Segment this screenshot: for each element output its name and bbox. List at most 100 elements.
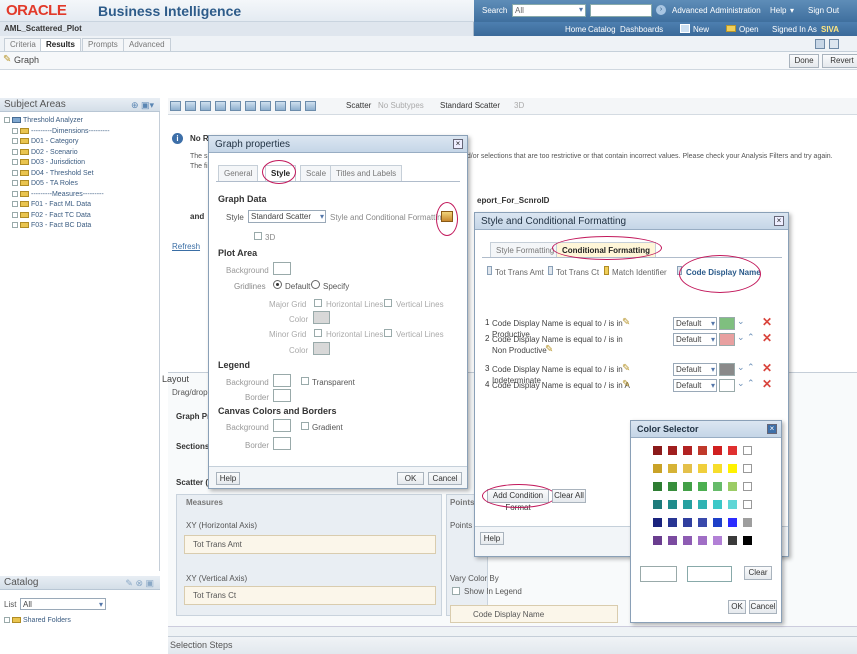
palette-color-swatch[interactable] [743, 482, 752, 491]
palette-color-swatch[interactable] [683, 482, 692, 491]
minor-color-swatch[interactable] [313, 342, 330, 355]
palette-color-swatch[interactable] [683, 536, 692, 545]
palette-color-swatch[interactable] [713, 518, 722, 527]
table-icon[interactable] [275, 101, 286, 111]
palette-color-swatch[interactable] [683, 518, 692, 527]
palette-color-swatch[interactable] [653, 518, 662, 527]
rule-condition-text[interactable]: Code Display Name is equal to / is in No… [492, 334, 630, 356]
palette-color-swatch[interactable] [668, 446, 677, 455]
tree-item[interactable]: ---------Measures--------- [4, 190, 154, 201]
shared-folders-item[interactable]: Shared Folders [4, 616, 71, 627]
move-down-icon[interactable]: ⌄ [737, 378, 745, 389]
help-icon[interactable] [260, 101, 271, 111]
expand-icon[interactable] [12, 190, 18, 197]
layout-icon[interactable] [305, 101, 316, 111]
close-icon[interactable]: × [453, 139, 463, 149]
palette-color-swatch[interactable] [728, 536, 737, 545]
move-down-icon[interactable]: ⌄ [737, 316, 745, 327]
palette-color-swatch[interactable] [713, 500, 722, 509]
palette-color-swatch[interactable] [728, 482, 737, 491]
catalog-link[interactable]: Catalog [588, 25, 616, 34]
expand-icon[interactable] [12, 148, 18, 155]
rule-format-select[interactable]: Default ▾ [673, 379, 717, 392]
legend-background-swatch[interactable] [273, 374, 291, 387]
palette-color-swatch[interactable] [683, 500, 692, 509]
clear-all-button[interactable]: Clear All [552, 489, 586, 503]
palette-color-swatch[interactable] [713, 446, 722, 455]
rule-condition-text[interactable]: Code Display Name is equal to / is in A [492, 380, 630, 391]
palette-color-swatch[interactable] [668, 536, 677, 545]
save-icon[interactable] [815, 39, 825, 49]
collapse-icon[interactable] [4, 117, 10, 124]
palette-color-swatch[interactable] [653, 464, 662, 473]
rule-color-swatch[interactable] [719, 379, 735, 392]
color-ok-button[interactable]: OK [728, 600, 746, 614]
rule-format-select[interactable]: Default ▾ [673, 333, 717, 346]
rule-color-swatch[interactable] [719, 363, 735, 376]
expand-icon[interactable] [12, 222, 18, 229]
move-up-icon[interactable]: ⌃ [747, 332, 755, 343]
palette-color-swatch[interactable] [743, 536, 752, 545]
major-hlines-checkbox[interactable] [314, 299, 322, 307]
code-display-slot[interactable]: Code Display Name [450, 605, 618, 623]
palette-color-swatch[interactable] [653, 500, 662, 509]
color-cancel-button[interactable]: Cancel [749, 600, 777, 614]
expand-icon[interactable] [12, 159, 18, 166]
palette-color-swatch[interactable] [668, 482, 677, 491]
signout-link[interactable]: Sign Out [808, 6, 839, 15]
tab-scale[interactable]: Scale [300, 165, 333, 181]
expand-icon[interactable] [12, 169, 18, 176]
catalog-tools-icon[interactable]: ✎ ⊗ ▣ [125, 576, 154, 590]
column-tot-trans-ct[interactable]: Tot Trans Ct [556, 268, 599, 277]
move-up-icon[interactable]: ⌃ [747, 378, 755, 389]
tab-titles-labels[interactable]: Titles and Labels [330, 165, 403, 181]
edit-condition-icon[interactable]: ✎ [622, 317, 630, 328]
tree-item[interactable]: ---------Dimensions--------- [4, 127, 154, 138]
move-down-icon[interactable]: ⌄ [737, 332, 745, 343]
horizontal-scrollbar[interactable] [168, 626, 857, 636]
background-color-swatch[interactable] [273, 262, 291, 275]
palette-color-swatch[interactable] [743, 518, 752, 527]
palette-color-swatch[interactable] [668, 464, 677, 473]
threed-checkbox[interactable] [254, 232, 262, 240]
canvas-border-swatch[interactable] [273, 437, 291, 450]
print-icon[interactable] [170, 101, 181, 111]
tab-general[interactable]: General [218, 165, 259, 181]
x-measure-slot[interactable]: Tot Trans Amt [184, 535, 436, 554]
palette-color-swatch[interactable] [728, 500, 737, 509]
minor-hlines-checkbox[interactable] [314, 329, 322, 337]
expand-icon[interactable] [12, 201, 18, 208]
delete-rule-icon[interactable]: ✕ [762, 331, 772, 345]
cancel-button[interactable]: Cancel [428, 472, 462, 485]
search-input[interactable] [590, 4, 652, 17]
refresh-icon[interactable] [200, 101, 211, 111]
catalog-list-select[interactable]: All ▾ [20, 598, 106, 610]
column-tot-trans-amt[interactable]: Tot Trans Amt [495, 268, 544, 277]
revert-button[interactable]: Revert [822, 54, 857, 68]
tab-results[interactable]: Results [40, 38, 81, 51]
help-button[interactable]: Help [480, 532, 504, 545]
rule-format-select[interactable]: Default ▾ [673, 363, 717, 376]
style-select[interactable]: Standard Scatter ▾ [248, 210, 326, 223]
canvas-background-swatch[interactable] [273, 419, 291, 432]
major-vlines-checkbox[interactable] [384, 299, 392, 307]
properties-icon[interactable] [215, 101, 226, 111]
rule-color-swatch[interactable] [719, 317, 735, 330]
gradient-checkbox[interactable] [301, 422, 309, 430]
palette-color-swatch[interactable] [683, 446, 692, 455]
palette-color-swatch[interactable] [698, 500, 707, 509]
tab-advanced[interactable]: Advanced [123, 38, 171, 51]
palette-color-swatch[interactable] [728, 518, 737, 527]
help-menu[interactable]: Help [770, 6, 786, 15]
subtypes-menu[interactable]: No Subtypes [378, 101, 424, 110]
tree-root[interactable]: Threshold Analyzer [4, 116, 154, 127]
filter-icon[interactable] [230, 101, 241, 111]
palette-color-swatch[interactable] [698, 482, 707, 491]
tree-item[interactable]: F03 - Fact BC Data [4, 221, 154, 232]
user-name[interactable]: SIVA [821, 25, 839, 34]
tab-style-formatting[interactable]: Style Formatting [490, 242, 561, 257]
rule-color-swatch[interactable] [719, 333, 735, 346]
palette-color-swatch[interactable] [668, 518, 677, 527]
move-down-icon[interactable]: ⌄ [737, 362, 745, 373]
export-icon[interactable] [185, 101, 196, 111]
